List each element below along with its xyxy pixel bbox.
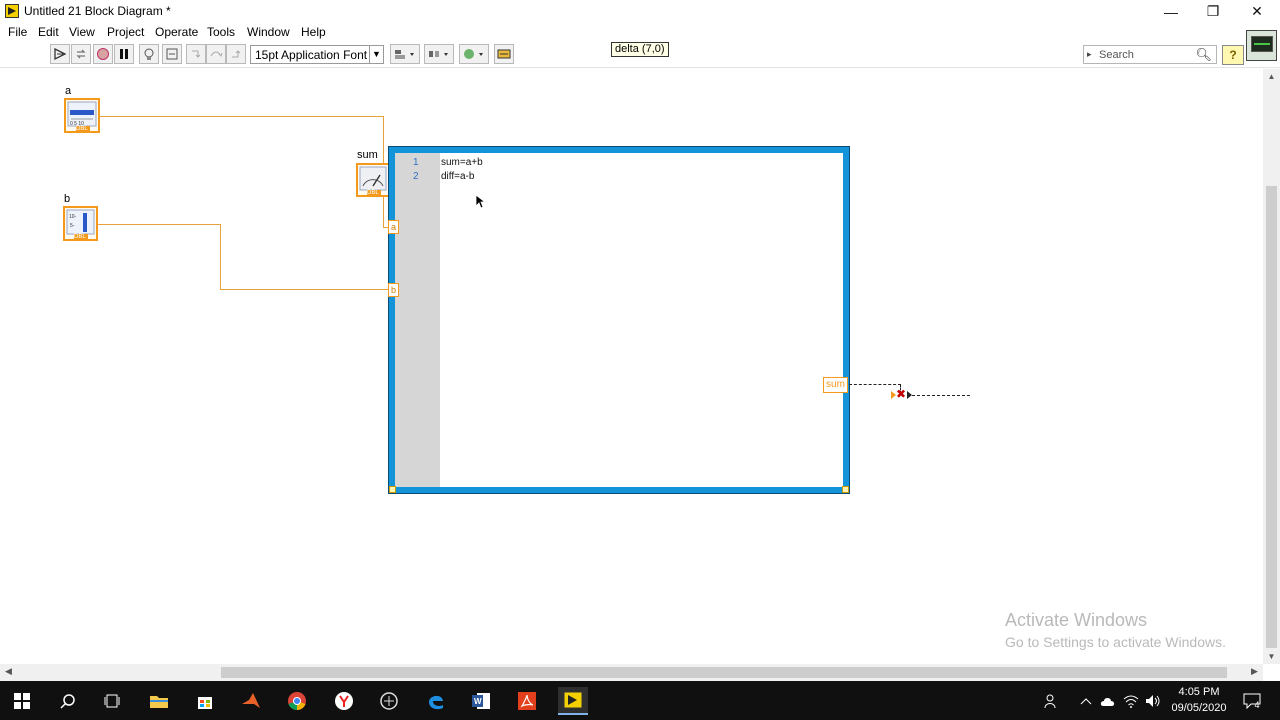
menu-bar: File Edit View Project Operate Tools Win…: [0, 23, 1280, 42]
wire-b-to-tunnel[interactable]: [220, 289, 390, 290]
menu-window[interactable]: Window: [247, 25, 290, 39]
line-number-gutter: [395, 153, 440, 487]
window-title: Untitled 21 Block Diagram *: [24, 4, 171, 18]
indicator-sum-type: DBL: [367, 190, 379, 196]
resize-handle-bottom-right[interactable]: [842, 486, 849, 493]
broken-wire-tail[interactable]: [912, 395, 970, 396]
broken-wire-x-icon[interactable]: ✖: [896, 388, 906, 400]
people-icon[interactable]: [1040, 687, 1062, 715]
font-selector-value: 15pt Application Font: [255, 48, 368, 62]
context-help-button[interactable]: ?: [1222, 45, 1244, 65]
control-a-label: a: [65, 85, 72, 97]
menu-tools[interactable]: Tools: [207, 25, 235, 39]
start-windows-icon[interactable]: [8, 687, 36, 715]
menu-edit[interactable]: Edit: [38, 25, 59, 39]
control-a-type: DBL: [76, 126, 88, 132]
menu-view[interactable]: View: [69, 25, 95, 39]
task-view-icon[interactable]: [98, 687, 126, 715]
clean-up-diagram-icon[interactable]: [494, 44, 514, 64]
wire-b-horizontal[interactable]: [97, 224, 220, 225]
step-over-icon[interactable]: [206, 44, 226, 64]
windows-taskbar: W 4:05 PM 09/05/2020 4: [0, 681, 1280, 720]
wire-a-horizontal[interactable]: [99, 116, 383, 117]
script-code-line[interactable]: sum=a+b: [441, 157, 483, 168]
line-number: 2: [413, 171, 419, 182]
labview-taskbar-icon[interactable]: [558, 687, 588, 715]
vertical-scrollbar[interactable]: ▲ ▼: [1263, 69, 1280, 664]
mouse-pointer-icon: [475, 194, 485, 209]
activation-watermark-title: Activate Windows: [1005, 610, 1148, 630]
yandex-browser-icon[interactable]: [330, 687, 358, 715]
show-hidden-icons-chevron-icon[interactable]: [1076, 687, 1096, 715]
control-b-label: b: [64, 193, 71, 205]
maximize-button[interactable]: ❐: [1190, 0, 1236, 23]
app-circle-icon[interactable]: [375, 687, 403, 715]
cloud-sync-icon[interactable]: [1098, 687, 1118, 715]
menu-project[interactable]: Project: [107, 25, 144, 39]
abort-icon[interactable]: [93, 44, 113, 64]
taskbar-clock-date[interactable]: 09/05/2020: [1167, 702, 1231, 714]
microsoft-store-icon[interactable]: [191, 687, 219, 715]
svg-text:W: W: [474, 697, 482, 706]
reorder-icon[interactable]: [459, 44, 489, 64]
distribute-objects-icon[interactable]: [424, 44, 454, 64]
edge-icon[interactable]: [422, 687, 450, 715]
indicator-sum-label: sum: [357, 149, 378, 161]
volume-icon[interactable]: [1143, 687, 1163, 715]
scroll-down-arrow-icon[interactable]: ▼: [1263, 652, 1280, 661]
svg-text:5-: 5-: [70, 223, 75, 229]
context-help-tooltip: delta (7,0): [611, 42, 669, 57]
horizontal-scroll-thumb[interactable]: [221, 667, 1227, 678]
scroll-left-arrow-icon[interactable]: ◀: [5, 666, 12, 677]
chevron-down-icon: ▼: [369, 46, 383, 63]
wire-sink-arrow-icon: [907, 391, 912, 399]
acrobat-icon[interactable]: [513, 687, 541, 715]
wifi-icon[interactable]: [1121, 687, 1141, 715]
control-b-type: DBL: [74, 234, 86, 240]
labview-app-icon: [5, 4, 19, 18]
menu-file[interactable]: File: [8, 25, 27, 39]
highlight-execution-icon[interactable]: [139, 44, 159, 64]
script-code-line[interactable]: diff=a-b: [441, 171, 474, 182]
input-tunnel-a[interactable]: a: [388, 220, 399, 234]
menu-operate[interactable]: Operate: [155, 25, 198, 39]
broken-wire-segment[interactable]: [849, 384, 901, 385]
run-continuously-icon[interactable]: [71, 44, 91, 64]
output-tunnel-sum[interactable]: sum: [823, 377, 848, 393]
notification-count-badge: 4: [1254, 700, 1260, 710]
chrome-icon[interactable]: [283, 687, 311, 715]
vertical-scroll-thumb[interactable]: [1266, 186, 1277, 648]
font-selector[interactable]: 15pt Application Font ▼: [250, 45, 384, 64]
close-button[interactable]: ✕: [1234, 0, 1280, 23]
svg-text:10-: 10-: [69, 214, 77, 220]
menu-help[interactable]: Help: [301, 25, 326, 39]
vi-icon[interactable]: [1246, 30, 1277, 61]
taskbar-clock-time[interactable]: 4:05 PM: [1167, 686, 1231, 698]
search-scope-icon: ▸: [1087, 49, 1092, 59]
search-input[interactable]: ▸ Search 🔍︎: [1083, 45, 1217, 64]
wire-b-vertical[interactable]: [220, 224, 221, 290]
line-number: 1: [413, 157, 419, 168]
file-explorer-icon[interactable]: [145, 687, 173, 715]
retain-wire-values-icon[interactable]: [162, 44, 182, 64]
step-into-icon[interactable]: [186, 44, 206, 64]
scroll-up-arrow-icon[interactable]: ▲: [1263, 72, 1280, 81]
align-objects-icon[interactable]: [390, 44, 420, 64]
minimize-button[interactable]: —: [1148, 0, 1194, 23]
word-icon[interactable]: W: [467, 687, 495, 715]
search-placeholder: Search: [1099, 49, 1134, 61]
step-out-icon[interactable]: [226, 44, 246, 64]
search-icon[interactable]: [54, 687, 82, 715]
input-tunnel-b[interactable]: b: [388, 283, 399, 297]
activation-watermark-subtitle: Go to Settings to activate Windows.: [1005, 634, 1226, 650]
matlab-icon[interactable]: [237, 687, 265, 715]
horizontal-scrollbar[interactable]: ◀ ▶: [0, 664, 1263, 681]
resize-handle-bottom-left[interactable]: [389, 486, 396, 493]
title-bar: Untitled 21 Block Diagram * — ❐ ✕: [0, 0, 1280, 23]
mathscript-node[interactable]: 1 2 sum=a+b diff=a-b: [388, 146, 850, 494]
scroll-right-arrow-icon[interactable]: ▶: [1251, 666, 1258, 677]
pause-icon[interactable]: [114, 44, 134, 64]
run-arrow-icon[interactable]: [50, 44, 70, 64]
search-icon[interactable]: 🔍︎: [1195, 47, 1212, 63]
